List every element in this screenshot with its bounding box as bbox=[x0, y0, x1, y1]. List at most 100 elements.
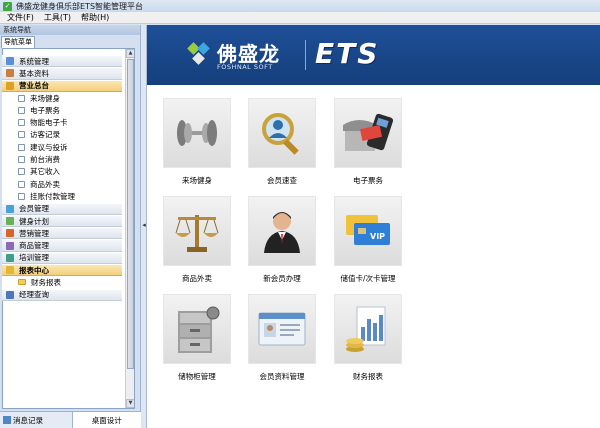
sidebar-group[interactable]: 报表中心 bbox=[2, 264, 122, 277]
tile-member-search-image[interactable] bbox=[248, 98, 316, 168]
tile-member-profile-image[interactable] bbox=[248, 294, 316, 364]
sidebar-item-label: 会员管理 bbox=[19, 204, 49, 214]
vip-card-icon: VIP bbox=[346, 215, 390, 245]
tile-label: 新会员办理 bbox=[263, 274, 301, 283]
sidebar-header: 系统导航 bbox=[0, 25, 140, 35]
tree-scrollbar[interactable]: ▲ ▼ bbox=[125, 49, 134, 408]
document-icon bbox=[18, 119, 25, 127]
sidebar-group[interactable]: 营业总台 bbox=[2, 79, 122, 92]
sidebar-item-label: 经理查询 bbox=[19, 290, 49, 300]
sidebar-group[interactable]: 健身计划 bbox=[2, 214, 122, 228]
tile-checkin[interactable]: 来场健身 bbox=[163, 98, 231, 186]
member-icon bbox=[6, 204, 14, 213]
document-icon bbox=[18, 156, 25, 164]
sidebar-group[interactable]: 经理查询 bbox=[2, 288, 122, 301]
tile-label: 电子票务 bbox=[353, 176, 383, 185]
tile-finance-report[interactable]: 财务报表 bbox=[334, 294, 402, 382]
desktop-design-button[interactable]: 桌面设计 bbox=[71, 412, 141, 428]
tile-e-ticket[interactable]: 电子票务 bbox=[334, 98, 402, 186]
document-icon bbox=[18, 143, 25, 151]
sidebar-item[interactable]: 商品外卖 bbox=[2, 177, 122, 191]
tile-member-search[interactable]: 会员速查 bbox=[248, 98, 316, 186]
sidebar-group[interactable]: 基本资料 bbox=[2, 67, 122, 80]
app-icon: ✓ bbox=[3, 1, 12, 11]
brand-name-en: FOSHNAL SOFT bbox=[217, 63, 273, 71]
brand-banner: 佛盛龙 FOSHNAL SOFT ETS bbox=[147, 25, 600, 85]
tile-checkin-image[interactable] bbox=[163, 98, 231, 168]
sidebar-item-label: 报表中心 bbox=[19, 265, 49, 275]
sidebar-group[interactable]: 营销管理 bbox=[2, 227, 122, 240]
sidebar-item-label: 来场健身 bbox=[30, 93, 60, 103]
tile-new-member-image[interactable] bbox=[248, 196, 316, 266]
sidebar-item[interactable]: 其它收入 bbox=[2, 165, 122, 178]
message-icon bbox=[3, 416, 11, 424]
sidebar-item-label: 其它收入 bbox=[30, 167, 60, 177]
marketing-icon bbox=[6, 229, 14, 238]
document-icon bbox=[18, 180, 25, 188]
tile-label: 会员速查 bbox=[267, 176, 297, 185]
scroll-thumb[interactable] bbox=[127, 59, 134, 369]
folder-icon bbox=[18, 279, 26, 286]
sidebar-item[interactable]: 电子票务 bbox=[2, 104, 122, 117]
locker-icon bbox=[178, 306, 220, 353]
menu-bar: 文件(F) 工具(T) 帮助(H) bbox=[0, 12, 600, 24]
banner-divider bbox=[305, 40, 306, 70]
sidebar-item[interactable]: 来场健身 bbox=[2, 91, 122, 105]
sidebar-item[interactable]: 建议与投诉 bbox=[2, 141, 122, 154]
scroll-down-icon[interactable]: ▼ bbox=[126, 399, 134, 408]
tile-goods-sale[interactable]: 商品外卖 bbox=[163, 196, 231, 284]
sidebar-item-label: 建议与投诉 bbox=[30, 142, 68, 152]
member-profile-icon bbox=[258, 312, 306, 346]
finance-report-icon bbox=[346, 306, 386, 352]
message-log-button[interactable]: 消息记录 bbox=[0, 412, 72, 428]
tile-new-member[interactable]: 新会员办理 bbox=[248, 196, 316, 284]
tile-locker[interactable]: 储物柜管理 bbox=[163, 294, 231, 382]
card-terminal-icon bbox=[343, 113, 394, 151]
sidebar-item-label: 物能电子卡 bbox=[30, 118, 68, 128]
brand-logo-icon bbox=[187, 42, 210, 65]
sidebar-item-label: 财务报表 bbox=[31, 277, 61, 287]
front-desk-icon bbox=[6, 81, 14, 90]
manager-icon bbox=[6, 290, 14, 299]
sidebar-item[interactable]: 物能电子卡 bbox=[2, 116, 122, 129]
tile-finance-report-image[interactable] bbox=[334, 294, 402, 364]
fitness-plan-icon bbox=[6, 217, 14, 225]
tile-label: 商品外卖 bbox=[182, 274, 212, 283]
sidebar-item-label: 健身计划 bbox=[19, 216, 49, 226]
sidebar-item[interactable]: 挂账付款管理 bbox=[2, 190, 122, 203]
sidebar-item-label: 营销管理 bbox=[19, 228, 49, 238]
menu-help[interactable]: 帮助(H) bbox=[76, 12, 114, 23]
tile-stored-card-image[interactable]: VIP bbox=[334, 196, 402, 266]
menu-tools[interactable]: 工具(T) bbox=[39, 12, 76, 23]
document-icon bbox=[18, 106, 25, 114]
sidebar-item[interactable]: 访客记录 bbox=[2, 128, 122, 142]
report-icon bbox=[6, 266, 14, 275]
sidebar-item-label: 前台消费 bbox=[30, 155, 60, 165]
tile-member-profile[interactable]: 会员资料管理 bbox=[248, 294, 316, 382]
magnifier-member-icon bbox=[262, 113, 299, 155]
sidebar-item[interactable]: 财务报表 bbox=[2, 276, 122, 289]
message-log-label: 消息记录 bbox=[13, 415, 43, 425]
tile-stored-card[interactable]: VIP 储值卡/次卡管理 bbox=[334, 196, 402, 284]
tab-nav-menu[interactable]: 导航菜单 bbox=[1, 36, 35, 48]
window-title: 佛盛龙健身俱乐部ETS智能管理平台 bbox=[16, 1, 144, 11]
tile-locker-image[interactable] bbox=[163, 294, 231, 364]
menu-file[interactable]: 文件(F) bbox=[2, 12, 39, 23]
sidebar-bottom-bar: 消息记录 桌面设计 bbox=[0, 411, 141, 428]
scroll-up-icon[interactable]: ▲ bbox=[126, 49, 134, 58]
sidebar-group[interactable]: 培训管理 bbox=[2, 251, 122, 265]
sidebar-group[interactable]: 商品管理 bbox=[2, 239, 122, 252]
sidebar-item-label: 电子票务 bbox=[30, 105, 60, 115]
tile-label: 储值卡/次卡管理 bbox=[340, 274, 396, 283]
sidebar-item-label: 挂账付款管理 bbox=[30, 191, 75, 201]
sidebar: 系统导航 导航菜单 ▲ ▼ 系统管理 基本资料 营业总台 来场健身电子票务物能电子卡访… bbox=[0, 25, 141, 428]
tile-e-ticket-image[interactable] bbox=[334, 98, 402, 168]
svg-text:VIP: VIP bbox=[370, 232, 385, 241]
tile-label: 财务报表 bbox=[353, 372, 383, 381]
sidebar-group[interactable]: 会员管理 bbox=[2, 202, 122, 215]
sidebar-group[interactable]: 系统管理 bbox=[2, 55, 122, 68]
product-name: ETS bbox=[315, 37, 380, 70]
desktop-area: 佛盛龙 FOSHNAL SOFT ETS 来场健身 会员速查 电子票务 商品外卖… bbox=[147, 25, 600, 428]
tile-goods-sale-image[interactable] bbox=[163, 196, 231, 266]
sidebar-item[interactable]: 前台消费 bbox=[2, 153, 122, 166]
